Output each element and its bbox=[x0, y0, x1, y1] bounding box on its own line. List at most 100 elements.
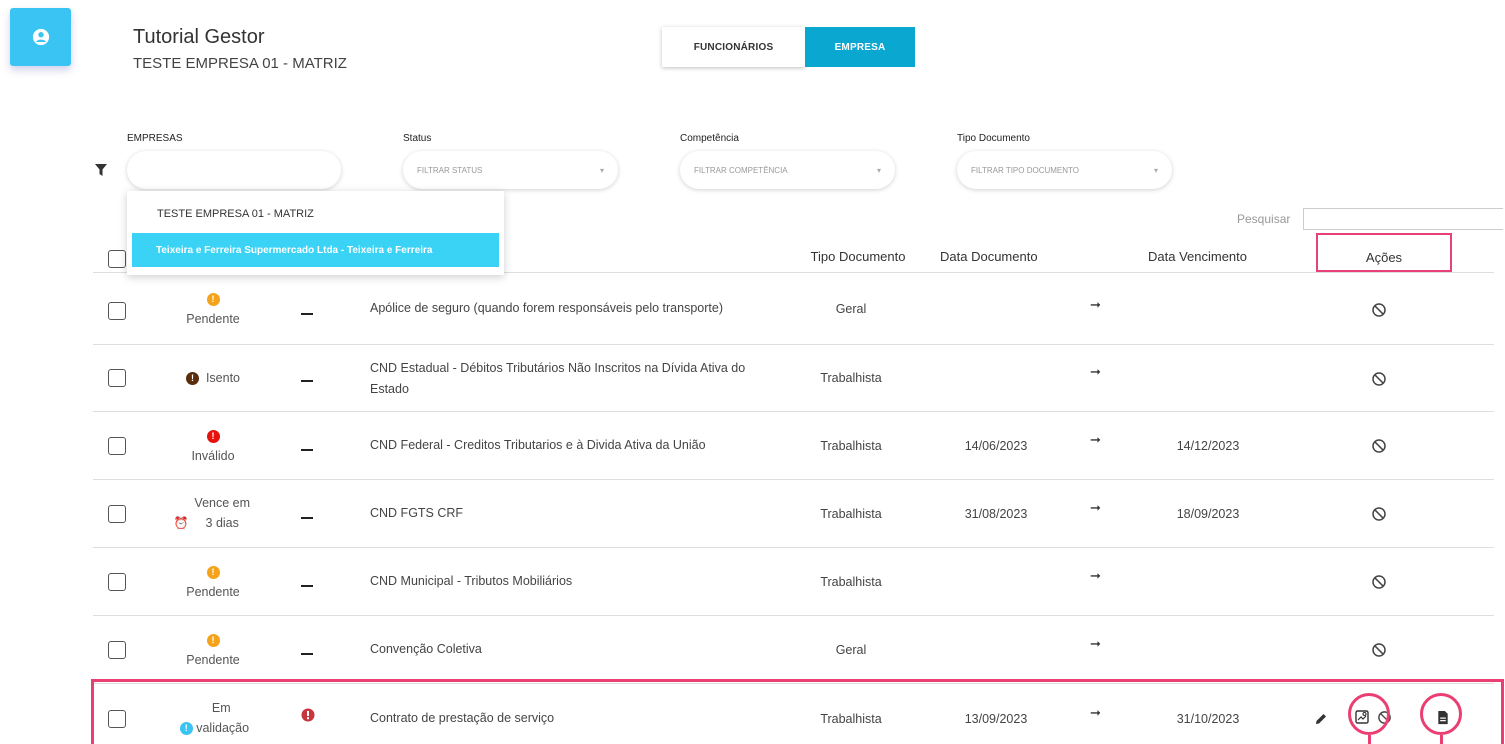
document-description: Convenção Coletiva bbox=[370, 642, 482, 656]
table-row: ! Inválido CND Federal - Creditos Tribut… bbox=[93, 411, 1494, 479]
competencia-select[interactable]: FILTRAR COMPETÊNCIA ▾ bbox=[680, 151, 895, 189]
arrow-right-icon: ➞ bbox=[1090, 568, 1101, 583]
tipo-documento-select[interactable]: FILTRAR TIPO DOCUMENTO ▾ bbox=[957, 151, 1172, 189]
document-type: Trabalhista bbox=[820, 439, 882, 453]
block-icon[interactable] bbox=[1371, 506, 1387, 522]
block-icon[interactable] bbox=[1371, 438, 1387, 454]
status-cell: ! Isento bbox=[168, 368, 258, 388]
dropdown-option[interactable]: TESTE EMPRESA 01 - MATRIZ bbox=[157, 208, 314, 220]
document-type: Geral bbox=[835, 302, 867, 316]
chevron-down-icon: ▾ bbox=[1153, 165, 1158, 175]
highlight-circle-upload bbox=[1348, 693, 1390, 735]
due-date: 14/12/2023 bbox=[1176, 439, 1240, 453]
tipo-documento-label: Tipo Documento bbox=[957, 133, 1030, 144]
block-icon[interactable] bbox=[1371, 302, 1387, 318]
empresas-dropdown: TESTE EMPRESA 01 - MATRIZ Teixeira e Fer… bbox=[127, 191, 504, 275]
status-placeholder: FILTRAR STATUS bbox=[417, 165, 483, 175]
document-type: Trabalhista bbox=[820, 575, 882, 589]
tipo-documento-placeholder: FILTRAR TIPO DOCUMENTO bbox=[971, 165, 1080, 175]
arrow-right-icon: ➞ bbox=[1090, 432, 1101, 447]
alarm-clock-icon: ⏰ bbox=[173, 516, 189, 530]
col-data-vencimento[interactable]: Data Vencimento bbox=[1148, 249, 1247, 264]
arrow-right-icon: ➞ bbox=[1090, 297, 1101, 312]
status-cell: ! Pendente bbox=[168, 562, 258, 602]
status-cell: ! Inválido bbox=[168, 426, 258, 466]
table-row: ! Isento CND Estadual - Débitos Tributár… bbox=[93, 344, 1494, 411]
empresas-input[interactable] bbox=[127, 151, 341, 189]
dash-icon bbox=[301, 653, 313, 655]
dropdown-option-highlighted[interactable]: Teixeira e Ferreira Supermercado Ltda - … bbox=[132, 233, 499, 267]
table-row: ! Pendente Apólice de seguro (quando for… bbox=[93, 272, 1494, 344]
highlight-row-box bbox=[91, 679, 1504, 744]
alert-icon: ! bbox=[206, 566, 220, 580]
status-select[interactable]: FILTRAR STATUS ▾ bbox=[403, 151, 618, 189]
page-title: Tutorial Gestor bbox=[133, 26, 265, 48]
status-text: Isento bbox=[205, 371, 240, 385]
dash-icon bbox=[301, 517, 313, 519]
acoes-highlight-box bbox=[1316, 233, 1452, 272]
due-date: 18/09/2023 bbox=[1176, 507, 1240, 521]
dash-icon bbox=[301, 449, 313, 451]
document-date: 14/06/2023 bbox=[964, 439, 1028, 453]
highlight-line bbox=[1368, 735, 1371, 744]
document-description: CND Estadual - Débitos Tributários Não I… bbox=[370, 361, 746, 396]
view-tabs: FUNCIONÁRIOS EMPRESA bbox=[662, 27, 915, 67]
chevron-down-icon: ▾ bbox=[876, 165, 881, 175]
arrow-right-icon: ➞ bbox=[1090, 500, 1101, 515]
competencia-label: Competência bbox=[680, 133, 739, 144]
user-circle-icon bbox=[32, 28, 49, 46]
document-description: Apólice de seguro (quando forem responsá… bbox=[370, 301, 723, 315]
status-cell: ⏰ Vence em 3 dias bbox=[168, 493, 258, 533]
block-icon[interactable] bbox=[1371, 371, 1387, 387]
block-icon[interactable] bbox=[1371, 642, 1387, 658]
competencia-placeholder: FILTRAR COMPETÊNCIA bbox=[694, 165, 788, 175]
document-description: CND Federal - Creditos Tributarios e à D… bbox=[370, 438, 706, 452]
alert-icon: ! bbox=[185, 372, 199, 386]
status-label: Status bbox=[403, 133, 432, 144]
status-cell: ! Pendente bbox=[168, 289, 258, 329]
status-cell: ! Pendente bbox=[168, 630, 258, 670]
alert-icon: ! bbox=[206, 293, 220, 307]
col-data-documento[interactable]: Data Documento bbox=[940, 249, 1038, 264]
search-label: Pesquisar bbox=[1237, 212, 1291, 226]
table-row: ⏰ Vence em 3 dias CND FGTS CRF Trabalhis… bbox=[93, 479, 1494, 547]
highlight-line bbox=[1440, 735, 1443, 744]
row-checkbox[interactable] bbox=[108, 437, 126, 455]
row-checkbox[interactable] bbox=[108, 302, 126, 320]
alert-icon: ! bbox=[206, 634, 220, 648]
dash-icon bbox=[301, 585, 313, 587]
document-type: Trabalhista bbox=[820, 507, 882, 521]
table-row: ! Pendente Convenção Coletiva Geral ➞ bbox=[93, 615, 1494, 683]
block-icon[interactable] bbox=[1371, 574, 1387, 590]
document-date: 31/08/2023 bbox=[964, 507, 1028, 521]
status-text: Vence em 3 dias bbox=[194, 496, 251, 530]
tab-funcionarios[interactable]: FUNCIONÁRIOS bbox=[662, 27, 805, 67]
row-checkbox[interactable] bbox=[108, 369, 126, 387]
document-type: Geral bbox=[835, 643, 867, 657]
page-subtitle: TESTE EMPRESA 01 - MATRIZ bbox=[133, 55, 347, 72]
document-description: CND Municipal - Tributos Mobiliários bbox=[370, 574, 573, 588]
search-input[interactable] bbox=[1303, 208, 1503, 230]
empresas-label: EMPRESAS bbox=[127, 133, 183, 144]
user-account-button[interactable] bbox=[10, 8, 71, 66]
alert-icon: ! bbox=[206, 430, 220, 444]
status-text: Pendente bbox=[186, 585, 240, 599]
col-tipo-documento[interactable]: Tipo Documento bbox=[793, 249, 923, 264]
status-text: Inválido bbox=[191, 449, 235, 463]
dash-icon bbox=[301, 380, 313, 382]
status-text: Pendente bbox=[186, 312, 240, 326]
table-row: ! Pendente CND Municipal - Tributos Mobi… bbox=[93, 547, 1494, 615]
row-checkbox[interactable] bbox=[108, 641, 126, 659]
select-all-checkbox[interactable] bbox=[108, 250, 126, 268]
row-checkbox[interactable] bbox=[108, 573, 126, 591]
arrow-right-icon: ➞ bbox=[1090, 636, 1101, 651]
highlight-circle-document bbox=[1420, 693, 1462, 735]
filter-icon[interactable] bbox=[95, 164, 107, 176]
dash-icon bbox=[301, 313, 313, 315]
document-type: Trabalhista bbox=[820, 371, 882, 385]
arrow-right-icon: ➞ bbox=[1090, 364, 1101, 379]
document-description: CND FGTS CRF bbox=[370, 506, 464, 520]
chevron-down-icon: ▾ bbox=[599, 165, 604, 175]
tab-empresa[interactable]: EMPRESA bbox=[805, 27, 915, 67]
row-checkbox[interactable] bbox=[108, 505, 126, 523]
